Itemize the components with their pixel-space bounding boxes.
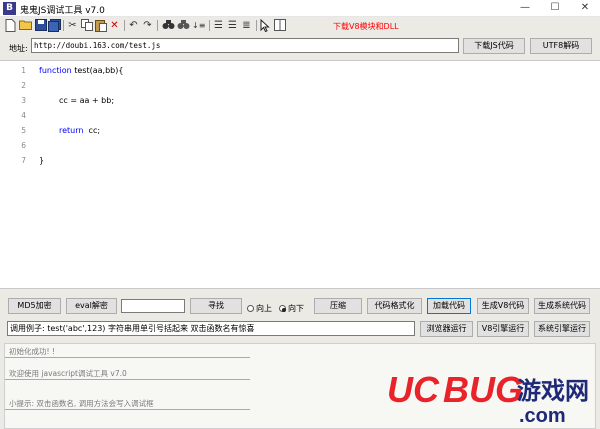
md5-encrypt-button[interactable]: MD5加密 — [8, 298, 61, 314]
new-file-icon[interactable] — [4, 19, 17, 32]
keyword: function — [39, 66, 72, 75]
toolbar: ✂ ✕ ↶ ↷ ↓≡ ☰ ☰ ≣ — [0, 17, 600, 34]
toolbar-separator — [209, 20, 210, 31]
line-number: 7 — [21, 156, 26, 165]
load-code-button[interactable]: 加载代码 — [427, 298, 471, 314]
line-number: 5 — [21, 126, 26, 135]
radio-up-indicator[interactable] — [247, 305, 254, 312]
toolbar-separator — [157, 20, 158, 31]
v8-run-button[interactable]: V8引擎运行 — [477, 321, 529, 337]
logo-domain: .com — [519, 405, 566, 426]
toolbar-separator — [63, 20, 64, 31]
address-label: 地址: — [9, 44, 28, 53]
code-line: 7 } — [0, 156, 600, 171]
logo-bug: BUG — [443, 369, 523, 410]
code-line: 6 — [0, 141, 600, 156]
maximize-button[interactable]: ☐ — [540, 0, 570, 17]
system-run-button[interactable]: 系统引擎运行 — [534, 321, 590, 337]
search-up-radio[interactable]: 向上 — [247, 303, 272, 314]
line-number: 2 — [21, 81, 26, 90]
keyword: return — [59, 126, 84, 135]
code-token: test(aa,bb){ — [71, 66, 124, 75]
log-divider — [5, 379, 250, 380]
log-line: 初始化成功! ! — [9, 347, 55, 356]
code-line: 5 return cc; — [0, 126, 600, 141]
generate-system-button[interactable]: 生成系统代码 — [534, 298, 590, 314]
code-text: } — [39, 156, 45, 165]
log-line: 小提示: 双击函数名, 调用方法会写入调试框 — [9, 399, 154, 408]
address-input[interactable]: http://doubi.163.com/test.js — [31, 38, 459, 53]
ucbug-watermark-logo: UC BUG 游戏网 .com — [385, 368, 597, 427]
indent-icon[interactable]: ☰ — [212, 19, 225, 32]
code-token: cc; — [83, 126, 101, 135]
sort-icon[interactable]: ↓≡ — [192, 19, 205, 32]
format-code-button[interactable]: 代码格式化 — [367, 298, 422, 314]
minimize-button[interactable]: — — [510, 0, 540, 17]
call-example-input[interactable]: 调用例子: test('abc',123) 字符串用单引号括起来 双击函数名有惊… — [7, 321, 415, 336]
pointer-icon[interactable] — [259, 18, 272, 33]
search-input[interactable] — [121, 299, 185, 313]
log-line: 欢迎使用 javascript调试工具 v7.0 — [9, 369, 127, 378]
log-divider — [5, 409, 250, 410]
app-icon: B — [3, 2, 16, 15]
generate-v8-button[interactable]: 生成V8代码 — [477, 298, 529, 314]
outdent-icon[interactable]: ☰ — [226, 19, 239, 32]
toolbar-separator — [124, 20, 125, 31]
cut-icon[interactable]: ✂ — [66, 19, 79, 32]
code-line: 1 function test(aa,bb){ — [0, 66, 600, 81]
compress-button[interactable]: 压缩 — [314, 298, 362, 314]
download-v8-link[interactable]: 下载V8模块和DLL — [333, 21, 399, 32]
utf8-decode-button[interactable]: UTF8解码 — [530, 38, 592, 54]
toolbar-separator — [256, 20, 257, 31]
code-line: 4 — [0, 111, 600, 126]
logo-cn: 游戏网 — [517, 377, 589, 405]
eval-decrypt-button[interactable]: eval解密 — [66, 298, 117, 314]
code-text: function test(aa,bb){ — [39, 66, 123, 75]
line-number: 3 — [21, 96, 26, 105]
undo-icon[interactable]: ↶ — [127, 19, 140, 32]
save-icon[interactable] — [34, 19, 47, 32]
code-editor[interactable]: 1 function test(aa,bb){ 2 3 cc = aa + bb… — [0, 60, 600, 289]
code-line: 2 — [0, 81, 600, 96]
log-divider — [5, 357, 250, 358]
open-folder-icon[interactable] — [19, 19, 32, 32]
code-text: cc = aa + bb; — [59, 96, 115, 105]
save-all-icon[interactable] — [48, 19, 61, 32]
radio-up-label: 向上 — [256, 304, 272, 313]
line-number: 1 — [21, 66, 26, 75]
window-title: 鬼鬼JS调试工具 v7.0 — [20, 6, 105, 16]
logo-uc: UC — [387, 369, 440, 410]
line-number: 6 — [21, 141, 26, 150]
delete-icon[interactable]: ✕ — [108, 19, 121, 32]
code-text: return cc; — [59, 126, 100, 135]
radio-down-indicator[interactable] — [279, 305, 286, 312]
browser-run-button[interactable]: 浏览器运行 — [420, 321, 473, 337]
find-button[interactable]: 寻找 — [190, 298, 242, 314]
download-js-button[interactable]: 下载JS代码 — [463, 38, 525, 54]
copy-icon[interactable] — [80, 19, 93, 32]
columns-icon[interactable] — [273, 19, 286, 32]
find-replace-icon[interactable] — [177, 19, 190, 32]
search-down-radio[interactable]: 向下 — [279, 303, 304, 314]
code-line: 3 cc = aa + bb; — [0, 96, 600, 111]
find-icon[interactable] — [162, 19, 175, 32]
close-button[interactable]: ✕ — [570, 0, 600, 17]
radio-down-label: 向下 — [288, 304, 304, 313]
list-icon[interactable]: ≣ — [240, 19, 253, 32]
title-bar: B 鬼鬼JS调试工具 v7.0 — ☐ ✕ — [0, 0, 600, 17]
paste-icon[interactable] — [94, 19, 107, 32]
redo-icon[interactable]: ↷ — [141, 19, 154, 32]
line-number: 4 — [21, 111, 26, 120]
